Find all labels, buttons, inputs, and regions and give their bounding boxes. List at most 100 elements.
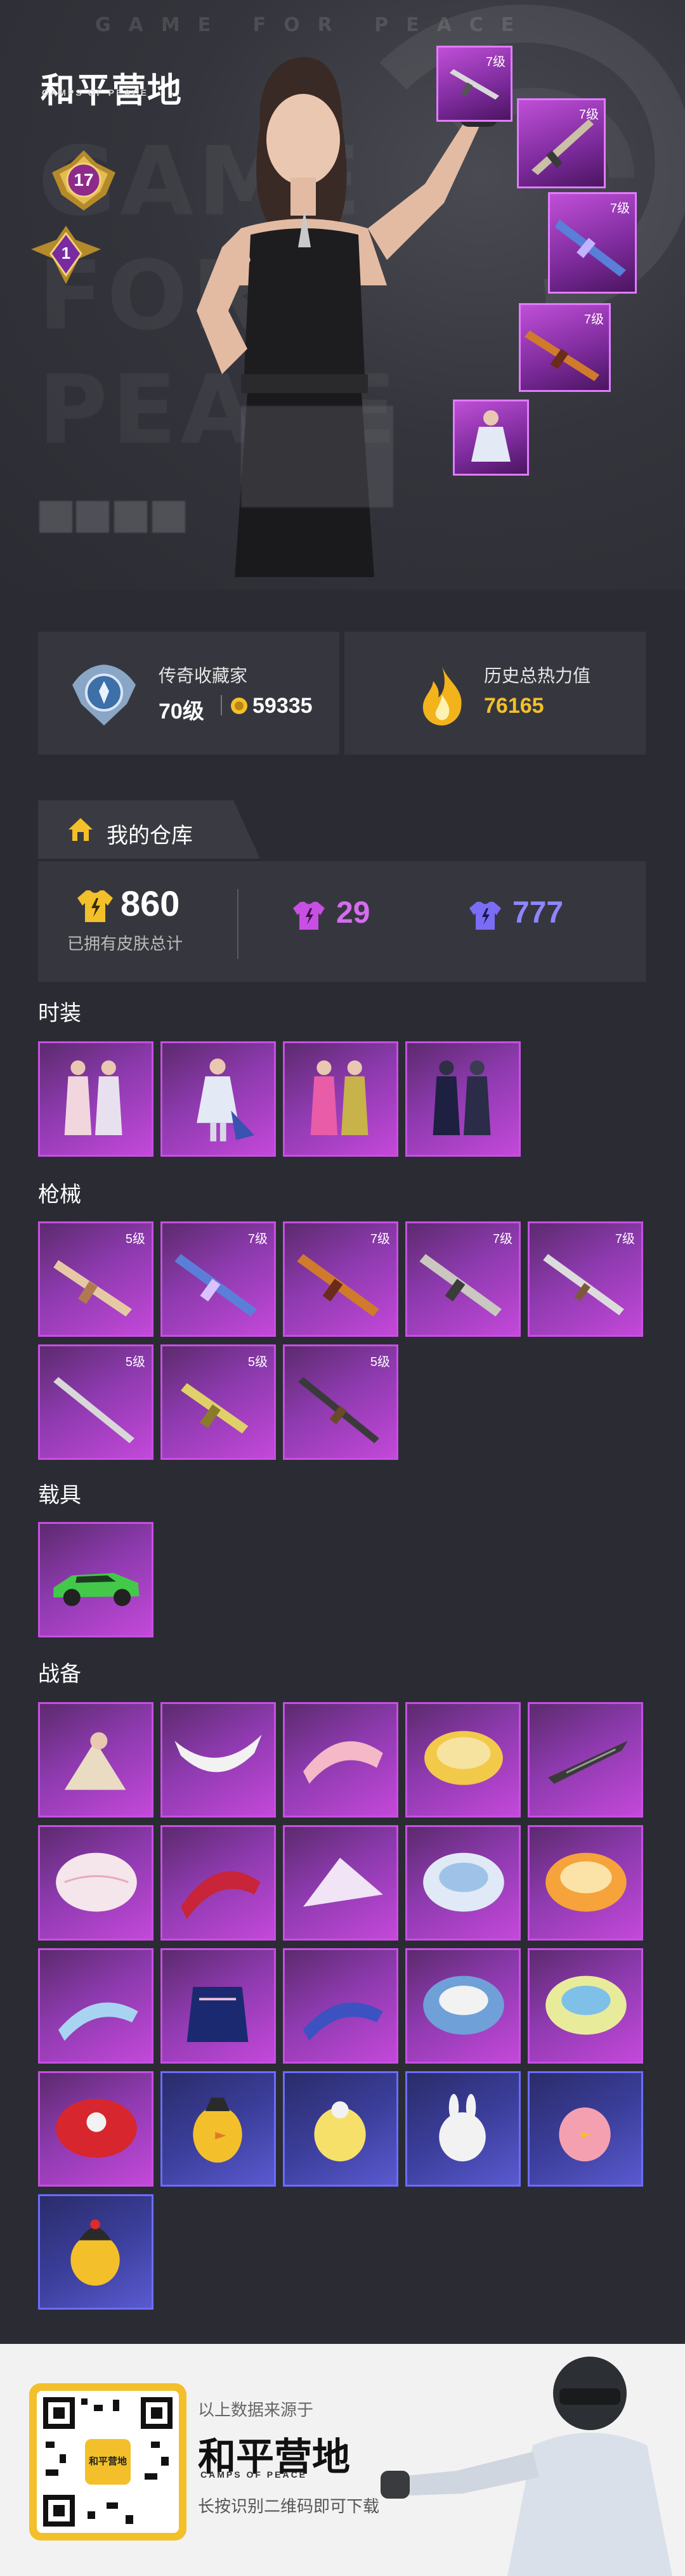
item-level: 7级 bbox=[578, 108, 599, 122]
equipment-item[interactable] bbox=[38, 1948, 153, 2064]
equipment-item[interactable] bbox=[283, 1702, 398, 1818]
featured-item[interactable]: 7级 bbox=[519, 303, 611, 392]
equipment-item[interactable] bbox=[283, 2071, 398, 2187]
section-title-weapons: 枪械 bbox=[38, 1183, 81, 1207]
featured-item[interactable] bbox=[453, 400, 529, 476]
chick-icon bbox=[314, 2101, 366, 2162]
equipment-item[interactable] bbox=[160, 1825, 276, 1941]
equipment-item[interactable] bbox=[405, 1702, 521, 1818]
outfit-icon bbox=[433, 1060, 491, 1136]
glider-icon bbox=[58, 2002, 138, 2041]
equipment-item[interactable] bbox=[405, 1948, 521, 2064]
rifle-icon bbox=[53, 1377, 134, 1443]
footer-banner: 和平营地 以上数据来源于 和平营地 CAMPS OF PEACE 长按识别二维码… bbox=[0, 2344, 685, 2576]
shirt-gold-icon bbox=[77, 890, 113, 922]
equipment-item[interactable] bbox=[528, 2071, 643, 2187]
purple-skin-count: 29 bbox=[336, 896, 370, 930]
coin-icon bbox=[231, 698, 247, 714]
collector-level: 70级 bbox=[159, 699, 204, 724]
featured-item[interactable]: 7级 bbox=[548, 192, 637, 294]
scan-instruction: 长按识别二维码即可下载 bbox=[198, 2497, 380, 2516]
equipment-item[interactable] bbox=[38, 1825, 153, 1941]
fashion-item[interactable] bbox=[38, 1041, 153, 1157]
featured-item[interactable]: 7级 bbox=[517, 98, 606, 188]
glider-icon bbox=[548, 1741, 628, 1784]
smg-icon bbox=[181, 1383, 249, 1434]
redacted-area bbox=[241, 406, 393, 507]
equipment-item[interactable] bbox=[160, 1948, 276, 2064]
tier-level: 1 bbox=[61, 244, 71, 263]
heat-title: 历史总热力值 bbox=[484, 666, 591, 686]
heat-panel: 历史总热力值 76165 bbox=[344, 632, 646, 755]
glider-icon bbox=[64, 1732, 126, 1790]
item-level: 7级 bbox=[485, 55, 506, 69]
weapon-item[interactable]: 7级 bbox=[528, 1221, 643, 1337]
glider-icon bbox=[303, 2002, 383, 2041]
equipment-item[interactable] bbox=[528, 1948, 643, 2064]
equipment-item[interactable] bbox=[528, 1702, 643, 1818]
parachute-icon bbox=[545, 1975, 627, 2035]
fashion-item[interactable] bbox=[283, 1041, 398, 1157]
collector-badge-icon bbox=[72, 665, 136, 725]
parachute-icon bbox=[545, 1852, 627, 1912]
fashion-item[interactable] bbox=[405, 1041, 521, 1157]
shirt-purple-icon bbox=[293, 902, 325, 930]
source-text: 以上数据来源于 bbox=[198, 2400, 314, 2419]
qr-code[interactable]: 和平营地 bbox=[37, 2391, 179, 2533]
rank-level: 17 bbox=[74, 170, 94, 190]
outfit-icon bbox=[64, 1060, 122, 1136]
weapon-item[interactable]: 5级 bbox=[38, 1221, 153, 1337]
shirt-blue-icon bbox=[469, 902, 501, 930]
weapon-item[interactable]: 7级 bbox=[405, 1221, 521, 1337]
redacted-name bbox=[76, 501, 109, 533]
car-icon bbox=[53, 1573, 140, 1606]
weapon-item[interactable]: 5级 bbox=[160, 1344, 276, 1460]
featured-item[interactable]: 7级 bbox=[436, 46, 512, 122]
qr-app-label: 和平营地 bbox=[88, 2456, 127, 2467]
outfit-icon bbox=[197, 1058, 255, 1142]
parachute-icon bbox=[423, 1852, 504, 1912]
total-skin-count: 860 bbox=[121, 883, 180, 923]
glider-icon bbox=[303, 1741, 383, 1784]
soldier-mascot bbox=[381, 2357, 672, 2576]
equipment-item[interactable] bbox=[38, 1702, 153, 1818]
parachute-icon bbox=[56, 2098, 137, 2158]
parachute-icon bbox=[423, 1975, 504, 2035]
weapon-item[interactable]: 5级 bbox=[283, 1344, 398, 1460]
collector-title: 传奇收藏家 bbox=[159, 666, 248, 686]
rabbit-icon bbox=[439, 2093, 486, 2162]
vehicles-grid bbox=[38, 1522, 647, 1637]
equipment-item[interactable] bbox=[160, 2071, 276, 2187]
equipment-item[interactable] bbox=[528, 1825, 643, 1941]
chick-icon bbox=[70, 2219, 120, 2286]
weapon-item[interactable]: 5级 bbox=[38, 1344, 153, 1460]
equipment-item[interactable] bbox=[160, 1702, 276, 1818]
rifle-icon bbox=[53, 1260, 133, 1317]
equipment-item[interactable] bbox=[405, 1825, 521, 1941]
equipment-item[interactable] bbox=[405, 2071, 521, 2187]
item-level: 7级 bbox=[584, 313, 604, 327]
qr-code-frame: 和平营地 bbox=[29, 2383, 186, 2540]
redacted-name bbox=[114, 501, 147, 533]
weapon-item[interactable]: 7级 bbox=[283, 1221, 398, 1337]
warehouse-title: 我的仓库 bbox=[107, 824, 193, 848]
section-title-vehicles: 载具 bbox=[38, 1483, 81, 1507]
fashion-item[interactable] bbox=[160, 1041, 276, 1157]
logo-subtitle: CAMPS OF PEACE bbox=[42, 88, 149, 98]
weapon-item[interactable]: 7级 bbox=[160, 1221, 276, 1337]
glider-icon bbox=[181, 1871, 261, 1920]
rifle-icon bbox=[174, 1254, 257, 1317]
equipment-item[interactable] bbox=[283, 1948, 398, 2064]
equipment-item[interactable] bbox=[38, 2194, 153, 2310]
warehouse-tab[interactable]: 我的仓库 bbox=[38, 800, 260, 859]
weapons-grid: 5级 7级 7级 7级 7级 5级 5级 5级 bbox=[38, 1221, 647, 1460]
glider-icon bbox=[174, 1734, 262, 1773]
vehicle-item[interactable] bbox=[38, 1522, 153, 1637]
footer-brand-sub: CAMPS OF PEACE bbox=[200, 2469, 308, 2480]
item-level: 7级 bbox=[610, 202, 630, 216]
equipment-item[interactable] bbox=[283, 1825, 398, 1941]
glider-icon bbox=[303, 1857, 383, 1907]
home-icon bbox=[68, 818, 93, 841]
blue-skin-count: 777 bbox=[512, 896, 564, 930]
equipment-item[interactable] bbox=[38, 2071, 153, 2187]
